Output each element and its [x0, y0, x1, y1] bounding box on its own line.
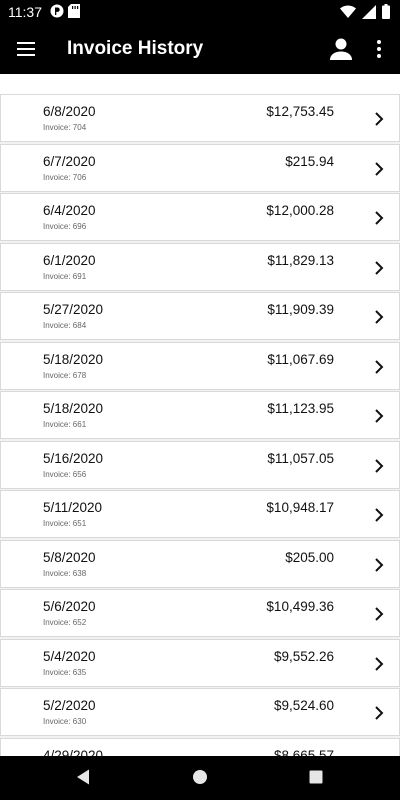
invoice-date: 5/6/2020	[43, 599, 96, 614]
chevron-right-icon[interactable]	[373, 110, 385, 128]
invoice-amount: $215.94	[285, 153, 334, 169]
invoice-number: Invoice: 638	[43, 568, 87, 578]
chevron-right-icon[interactable]	[373, 259, 385, 277]
invoice-number: Invoice: 656	[43, 469, 87, 479]
invoice-number: Invoice: 651	[43, 519, 87, 528]
invoice-date: 6/7/2020	[43, 153, 96, 169]
invoice-row[interactable]: 5/4/2020 Invoice: 635 $9,552.26	[0, 638, 400, 687]
account-icon[interactable]	[328, 36, 354, 62]
invoice-number: Invoice: 630	[43, 717, 87, 726]
chevron-right-icon[interactable]	[373, 605, 385, 623]
invoice-list: 6/8/2020 Invoice: 704 $12,753.45 6/7/2020 In…	[0, 94, 400, 756]
invoice-date: 6/8/2020	[43, 104, 96, 119]
invoice-date: 4/29/2020	[43, 747, 104, 757]
battery-icon	[382, 4, 390, 24]
invoice-row[interactable]: 5/11/2020 Invoice: 651 $10,948.17	[0, 490, 400, 538]
invoice-amount: $10,948.17	[266, 500, 334, 515]
back-icon[interactable]	[75, 768, 95, 788]
invoice-number: Invoice: 652	[43, 618, 87, 627]
invoice-amount: $10,499.36	[266, 599, 334, 614]
invoice-amount: $12,753.45	[266, 104, 334, 119]
invoice-amount: $8,665.57	[273, 747, 334, 757]
invoice-row[interactable]: 6/4/2020 Invoice: 696 $12,000.28	[0, 193, 400, 241]
overflow-menu-icon[interactable]	[370, 37, 388, 61]
status-time: 11:37	[8, 4, 42, 20]
status-notification-icons	[50, 4, 80, 23]
invoice-date: 6/4/2020	[43, 203, 96, 218]
invoice-amount: $9,524.60	[273, 698, 334, 713]
invoice-row[interactable]: 5/18/2020 Invoice: 661 $11,123.95	[0, 391, 400, 439]
chevron-right-icon[interactable]	[373, 457, 385, 475]
invoice-amount: $11,829.13	[267, 252, 334, 268]
invoice-number: Invoice: 706	[43, 172, 87, 182]
invoice-row[interactable]: 6/1/2020 Invoice: 691 $11,829.13	[0, 242, 400, 291]
invoice-amount: $11,909.39	[267, 302, 334, 317]
invoice-row[interactable]: 6/8/2020 Invoice: 704 $12,753.45	[0, 94, 400, 142]
wifi-icon	[340, 5, 356, 23]
invoice-amount: $11,057.05	[267, 450, 334, 466]
chevron-right-icon[interactable]	[373, 506, 385, 524]
invoice-row[interactable]: 5/27/2020 Invoice: 684 $11,909.39	[0, 292, 400, 340]
chevron-right-icon[interactable]	[373, 209, 385, 227]
chevron-right-icon[interactable]	[373, 655, 385, 673]
invoice-date: 5/11/2020	[43, 500, 103, 515]
chevron-right-icon[interactable]	[373, 556, 385, 574]
invoice-number: Invoice: 678	[43, 370, 87, 380]
invoice-row[interactable]: 6/7/2020 Invoice: 706 $215.94	[0, 143, 400, 192]
invoice-amount: $12,000.28	[266, 203, 334, 218]
chevron-right-icon[interactable]	[373, 358, 385, 376]
recents-icon[interactable]	[307, 768, 327, 788]
invoice-number: Invoice: 661	[43, 420, 87, 429]
invoice-number: Invoice: 691	[43, 271, 87, 281]
signal-icon	[362, 4, 376, 24]
invoice-list-scroll-area[interactable]: 6/8/2020 Invoice: 704 $12,753.45 6/7/2020 In…	[0, 74, 400, 756]
invoice-row[interactable]: 5/6/2020 Invoice: 652 $10,499.36	[0, 589, 400, 637]
chevron-right-icon[interactable]	[373, 407, 385, 425]
navigation-bar	[0, 756, 400, 800]
status-system-icons	[340, 4, 390, 24]
menu-icon[interactable]	[14, 37, 38, 61]
invoice-row[interactable]: 5/2/2020 Invoice: 630 $9,524.60	[0, 688, 400, 736]
invoice-number: Invoice: 704	[43, 123, 87, 132]
chevron-right-icon[interactable]	[373, 704, 385, 722]
invoice-number: Invoice: 684	[43, 321, 87, 330]
home-icon[interactable]	[191, 768, 211, 788]
invoice-amount: $11,123.95	[267, 401, 334, 416]
sd-card-icon	[68, 4, 80, 23]
status-bar: 11:37	[0, 0, 400, 24]
invoice-date: 5/16/2020	[43, 450, 104, 466]
invoice-number: Invoice: 635	[43, 667, 87, 677]
invoice-amount: $205.00	[285, 549, 334, 565]
invoice-date: 5/18/2020	[43, 351, 104, 367]
invoice-amount: $11,067.69	[267, 351, 334, 367]
invoice-date: 5/8/2020	[43, 549, 96, 565]
app-bar: Invoice History	[0, 24, 400, 74]
chevron-right-icon[interactable]	[373, 160, 385, 178]
invoice-row[interactable]: 5/18/2020 Invoice: 678 $11,067.69	[0, 341, 400, 390]
invoice-row[interactable]: 5/16/2020 Invoice: 656 $11,057.05	[0, 440, 400, 489]
invoice-date: 5/27/2020	[43, 302, 104, 317]
invoice-date: 6/1/2020	[43, 252, 96, 268]
app-notification-icon	[50, 4, 64, 23]
invoice-number: Invoice: 696	[43, 222, 87, 231]
chevron-right-icon[interactable]	[373, 308, 385, 326]
invoice-row[interactable]: 4/29/2020 $8,665.57	[0, 737, 400, 757]
invoice-amount: $9,552.26	[273, 648, 334, 664]
invoice-row[interactable]: 5/8/2020 Invoice: 638 $205.00	[0, 539, 400, 588]
invoice-date: 5/2/2020	[43, 698, 96, 713]
invoice-date: 5/18/2020	[43, 401, 104, 416]
invoice-date: 5/4/2020	[43, 648, 96, 664]
page-title: Invoice History	[67, 38, 204, 59]
